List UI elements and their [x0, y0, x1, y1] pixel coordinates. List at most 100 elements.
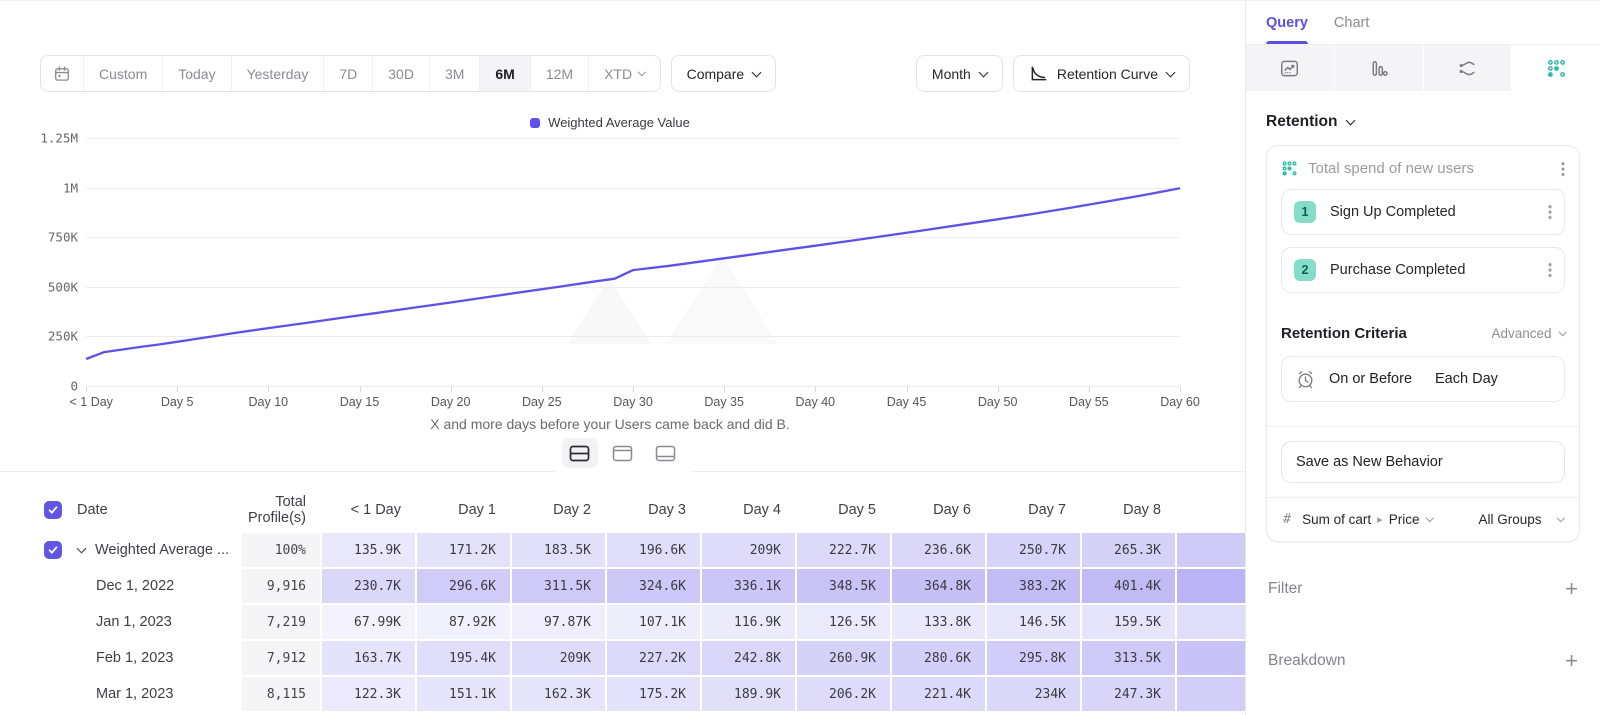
column-header: Day 7 — [987, 502, 1080, 518]
value-cell: 122.3K — [322, 677, 415, 711]
kebab-menu-icon[interactable] — [1561, 161, 1565, 177]
report-kind-dropdown[interactable]: Retention — [1246, 113, 1600, 131]
chart-legend[interactable]: Weighted Average Value — [40, 115, 1180, 130]
chart-type-button[interactable]: Retention Curve — [1013, 55, 1190, 92]
range-12m[interactable]: 12M — [530, 56, 588, 91]
tab-retention[interactable] — [1512, 45, 1600, 91]
tab-chart[interactable]: Chart — [1334, 1, 1369, 44]
y-axis-labels: 0250K500K750K1M1.25M — [40, 138, 78, 386]
compare-button[interactable]: Compare — [671, 55, 777, 92]
step-label: Sign Up Completed — [1330, 204, 1534, 220]
value-cell: 336.1K — [702, 569, 795, 603]
date-cell: Mar 1, 2023 — [0, 677, 240, 711]
measure-property[interactable]: Price — [1389, 512, 1420, 527]
measure-row: # Sum of cart ▸ Price All Groups — [1281, 498, 1565, 533]
chart-plot — [86, 138, 1180, 386]
range-3m[interactable]: 3M — [429, 56, 479, 91]
value-cell: 159.5K — [1082, 605, 1175, 639]
value-cell-overflow — [1177, 569, 1245, 603]
value-cell: 151.1K — [417, 677, 510, 711]
toggle-chart-view[interactable] — [605, 438, 641, 468]
behavior-card: Total spend of new users 1Sign Up Comple… — [1266, 145, 1580, 542]
range-7d[interactable]: 7D — [323, 56, 372, 91]
behavior-card-header: Total spend of new users — [1281, 160, 1565, 177]
retention-line — [86, 138, 1180, 386]
chevron-down-icon — [1556, 514, 1564, 522]
tab-funnels[interactable] — [1335, 45, 1423, 91]
x-axis-labels: < 1 DayDay 5Day 10Day 15Day 20Day 25Day … — [86, 392, 1180, 410]
value-cell: 126.5K — [797, 605, 890, 639]
add-filter-button[interactable]: + — [1565, 578, 1578, 600]
value-cell: 67.99K — [322, 605, 415, 639]
retention-table: DateTotal Profile(s)< 1 DayDay 1Day 2Day… — [0, 471, 1245, 715]
value-cell: 383.2K — [987, 569, 1080, 603]
add-breakdown-button[interactable]: + — [1565, 650, 1578, 672]
column-header: Day 2 — [512, 502, 605, 518]
value-cell: 296.6K — [417, 569, 510, 603]
breakdown-label: Breakdown — [1268, 652, 1346, 670]
range-today[interactable]: Today — [162, 56, 230, 91]
tab-query-label: Query — [1266, 15, 1308, 31]
tab-insights[interactable] — [1246, 45, 1334, 91]
retention-chart: Weighted Average Value 0250K500K750K1M1.… — [40, 113, 1180, 443]
kebab-menu-icon[interactable] — [1548, 204, 1552, 220]
x-tick-label: Day 5 — [161, 395, 194, 409]
date-cell: Dec 1, 2022 — [0, 569, 240, 603]
toggle-table-view[interactable] — [648, 438, 684, 468]
date-cell: Jan 1, 2023 — [0, 605, 240, 639]
report-toolbar: CustomTodayYesterday7D30D3M6M12MXTD Comp… — [40, 55, 1190, 92]
x-tick-label: Day 60 — [1160, 395, 1200, 409]
granularity-label: Month — [932, 66, 971, 82]
column-header: Day 5 — [797, 502, 890, 518]
behavior-title: Total spend of new users — [1308, 160, 1551, 177]
calendar-button[interactable] — [41, 56, 83, 91]
range-custom[interactable]: Custom — [83, 56, 162, 91]
value-cell: 260.9K — [797, 641, 890, 675]
y-tick-label: 1M — [63, 180, 78, 195]
retention-criteria-label: Retention Criteria — [1281, 325, 1407, 342]
chevron-down-icon — [1346, 115, 1356, 125]
alarm-clock-icon — [1295, 369, 1316, 390]
calendar-icon — [53, 65, 71, 83]
chevron-down-icon — [1426, 514, 1434, 522]
granularity-button[interactable]: Month — [916, 55, 1003, 92]
range-yesterday[interactable]: Yesterday — [231, 56, 324, 91]
total-profiles-cell: 8,115 — [242, 677, 320, 711]
save-behavior-button[interactable]: Save as New Behavior — [1281, 441, 1565, 483]
y-tick-label: 0 — [70, 379, 78, 394]
value-cell: 230.7K — [322, 569, 415, 603]
row-checkbox[interactable] — [44, 541, 62, 559]
tab-flows[interactable] — [1424, 45, 1512, 91]
report-kind-label: Retention — [1266, 113, 1337, 131]
legend-swatch — [530, 118, 540, 128]
advanced-dropdown[interactable]: Advanced — [1491, 326, 1565, 341]
x-tick-label: Day 45 — [887, 395, 927, 409]
table-body: Weighted Average ...100%135.9K171.2K183.… — [0, 533, 1245, 711]
tab-chart-label: Chart — [1334, 15, 1369, 31]
measure-event[interactable]: Sum of cart — [1302, 512, 1371, 527]
kebab-menu-icon[interactable] — [1548, 262, 1552, 278]
range-6m[interactable]: 6M — [479, 56, 529, 91]
toolbar-right: Month Retention Curve — [916, 55, 1190, 92]
retention-criteria-row[interactable]: On or Before Each Day — [1281, 356, 1565, 402]
groups-dropdown[interactable]: All Groups — [1478, 512, 1563, 527]
range-xtd[interactable]: XTD — [588, 56, 660, 91]
total-profiles-cell: 9,916 — [242, 569, 320, 603]
tab-query[interactable]: Query — [1266, 1, 1308, 44]
value-cell-overflow — [1177, 533, 1245, 567]
column-header: Day 6 — [892, 502, 985, 518]
step-number-badge: 2 — [1294, 259, 1316, 281]
expand-caret-icon[interactable] — [77, 543, 87, 553]
date-cell: Feb 1, 2023 — [0, 641, 240, 675]
retention-icon — [1546, 58, 1567, 79]
value-cell: 324.6K — [607, 569, 700, 603]
value-cell: 196.6K — [607, 533, 700, 567]
behavior-step[interactable]: 1Sign Up Completed — [1281, 189, 1565, 235]
value-cell: 133.8K — [892, 605, 985, 639]
behavior-step[interactable]: 2Purchase Completed — [1281, 247, 1565, 293]
x-tick-label: Day 20 — [431, 395, 471, 409]
column-header: Total Profile(s) — [242, 494, 320, 526]
toggle-split-view[interactable] — [562, 438, 598, 468]
range-30d[interactable]: 30D — [372, 56, 429, 91]
row-checkbox[interactable] — [44, 501, 62, 519]
